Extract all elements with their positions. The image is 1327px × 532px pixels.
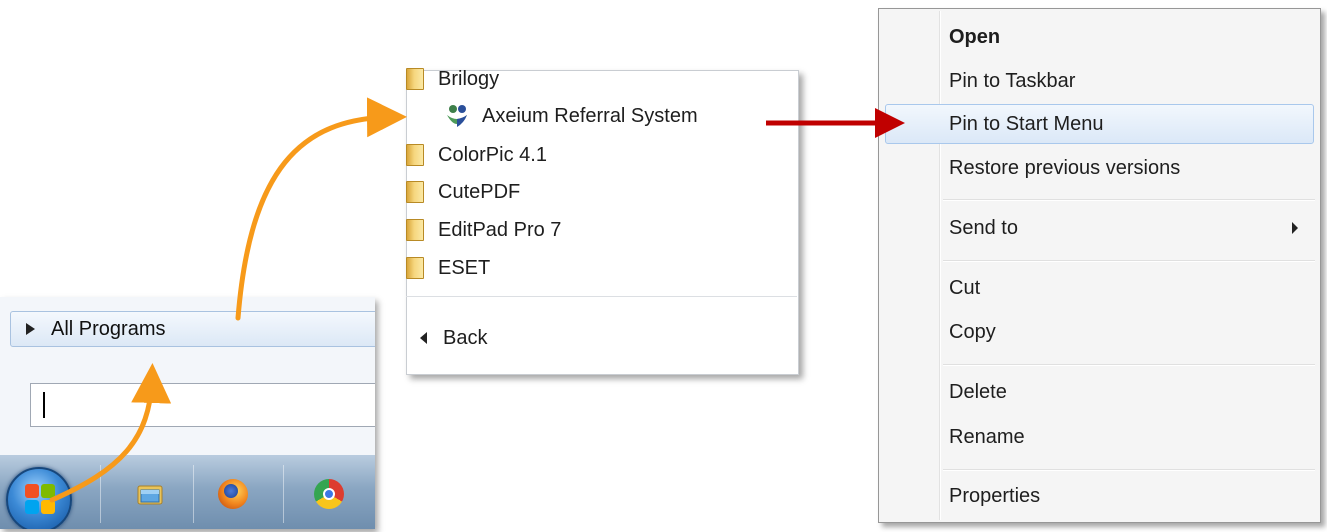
- orange-arrow-to-axeium: [235, 97, 407, 321]
- annotation-arrows: [49, 97, 905, 503]
- orange-arrow-orb-to-all-programs: [49, 363, 172, 503]
